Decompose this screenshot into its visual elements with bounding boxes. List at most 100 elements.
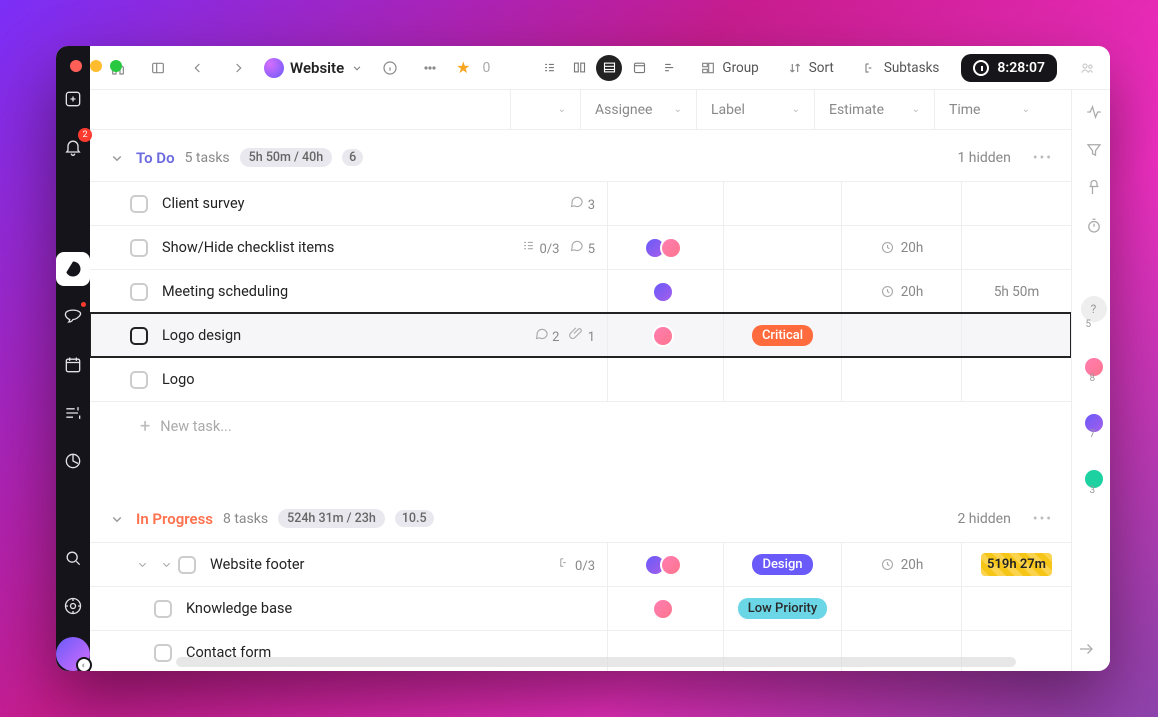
cell-assignee[interactable] xyxy=(607,226,723,269)
timeline-icon[interactable] xyxy=(56,396,90,430)
task-row[interactable]: Meeting scheduling 20h 5h 50m xyxy=(90,269,1071,313)
reports-icon[interactable] xyxy=(56,444,90,478)
window-zoom[interactable] xyxy=(110,60,122,72)
collapse-rail-icon[interactable] xyxy=(1074,637,1098,661)
rail-user-3[interactable]: 3 xyxy=(1083,468,1105,490)
rail-user-1[interactable]: 8 xyxy=(1083,356,1105,378)
window-minimize[interactable] xyxy=(90,60,102,72)
column-time[interactable]: Time⌄ xyxy=(934,90,1044,129)
view-board-icon[interactable] xyxy=(566,55,592,81)
task-label[interactable]: Design xyxy=(752,554,812,575)
cell-assignee[interactable] xyxy=(607,182,723,225)
cell-label[interactable] xyxy=(723,226,841,269)
task-row[interactable]: Logo xyxy=(90,357,1071,401)
task-row[interactable]: Website footer 0/3 Design 20h 519h 27m xyxy=(90,542,1071,586)
stopwatch-icon[interactable] xyxy=(1082,214,1106,238)
cell-estimate[interactable] xyxy=(841,587,961,630)
cell-label[interactable] xyxy=(723,182,841,225)
projects-icon[interactable] xyxy=(56,252,90,286)
cell-estimate[interactable] xyxy=(841,314,961,357)
expand-task-icon[interactable] xyxy=(130,557,154,572)
cell-assignee[interactable] xyxy=(607,314,723,357)
cell-estimate[interactable]: 20h xyxy=(841,226,961,269)
window-close[interactable] xyxy=(70,60,82,72)
panel-toggle-icon[interactable] xyxy=(144,56,172,80)
cell-estimate[interactable]: 20h xyxy=(841,543,961,586)
assignee-avatar[interactable] xyxy=(660,237,682,259)
assignee-avatar[interactable] xyxy=(660,554,682,576)
task-checkbox[interactable] xyxy=(154,600,172,618)
subtasks-button[interactable]: Subtasks xyxy=(856,56,946,80)
column-task-more[interactable]: ⌄ xyxy=(510,90,580,129)
people-icon[interactable] xyxy=(1073,56,1101,80)
expand-task-icon[interactable] xyxy=(154,557,178,572)
assignee-avatar[interactable] xyxy=(652,281,674,303)
new-item-icon[interactable] xyxy=(56,82,90,116)
horizontal-scrollbar[interactable] xyxy=(176,657,1016,667)
section-collapse-icon[interactable] xyxy=(108,510,126,528)
nav-back-icon[interactable] xyxy=(184,56,212,80)
cell-estimate[interactable]: 20h xyxy=(841,270,961,313)
info-icon[interactable] xyxy=(376,56,404,80)
project-selector[interactable]: Website xyxy=(264,58,364,78)
task-checkbox[interactable] xyxy=(178,556,196,574)
cell-time[interactable] xyxy=(961,358,1071,401)
pin-icon[interactable] xyxy=(1082,176,1106,200)
task-checkbox[interactable] xyxy=(130,195,148,213)
filter-icon[interactable] xyxy=(1082,138,1106,162)
cell-time[interactable]: 519h 27m xyxy=(961,543,1071,586)
cell-time[interactable] xyxy=(961,182,1071,225)
cell-label[interactable] xyxy=(723,358,841,401)
view-list-icon[interactable] xyxy=(536,55,562,81)
cell-label[interactable]: Critical xyxy=(723,314,841,357)
assignee-avatar[interactable] xyxy=(652,598,674,620)
help-icon[interactable] xyxy=(56,589,90,623)
column-assignee[interactable]: Assignee⌄ xyxy=(580,90,696,129)
cell-time[interactable]: 5h 50m xyxy=(961,270,1071,313)
notifications-icon[interactable]: 2 xyxy=(56,130,90,164)
search-icon[interactable] xyxy=(56,541,90,575)
section-hidden-count[interactable]: 1 hidden xyxy=(957,150,1010,166)
section-more-icon[interactable]: ••• xyxy=(1033,150,1053,166)
new-task-button[interactable]: +New task... xyxy=(90,401,1071,451)
cell-label[interactable] xyxy=(723,270,841,313)
column-label[interactable]: Label⌄ xyxy=(696,90,814,129)
task-row[interactable]: Logo design 2 1 Critical xyxy=(90,313,1071,357)
unknown-user[interactable]: ? 5 xyxy=(1081,296,1107,322)
column-estimate[interactable]: Estimate⌄ xyxy=(814,90,934,129)
cell-assignee[interactable] xyxy=(607,587,723,630)
section-collapse-icon[interactable] xyxy=(108,149,126,167)
view-gantt-icon[interactable] xyxy=(656,55,682,81)
sort-button[interactable]: Sort xyxy=(781,56,840,80)
activity-icon[interactable] xyxy=(1082,100,1106,124)
cell-time[interactable] xyxy=(961,226,1071,269)
task-row[interactable]: Knowledge base Low Priority xyxy=(90,586,1071,630)
view-table-icon[interactable] xyxy=(596,55,622,81)
more-icon[interactable] xyxy=(416,56,444,80)
task-row[interactable]: Show/Hide checklist items 0/3 5 20h xyxy=(90,225,1071,269)
cell-assignee[interactable] xyxy=(607,270,723,313)
cell-time[interactable] xyxy=(961,314,1071,357)
task-checkbox[interactable] xyxy=(130,371,148,389)
timer[interactable]: 8:28:07 xyxy=(961,54,1057,82)
cell-estimate[interactable] xyxy=(841,182,961,225)
assignee-avatar[interactable] xyxy=(652,325,674,347)
messages-icon[interactable] xyxy=(56,300,90,334)
task-row[interactable]: Client survey 3 xyxy=(90,181,1071,225)
cell-time[interactable] xyxy=(961,587,1071,630)
cell-assignee[interactable] xyxy=(607,543,723,586)
cell-label[interactable]: Design xyxy=(723,543,841,586)
view-calendar-icon[interactable] xyxy=(626,55,652,81)
nav-forward-icon[interactable] xyxy=(224,56,252,80)
star-icon[interactable]: ★ xyxy=(456,58,470,77)
task-checkbox[interactable] xyxy=(130,239,148,257)
task-label[interactable]: Low Priority xyxy=(738,598,827,619)
calendar-icon[interactable] xyxy=(56,348,90,382)
task-checkbox[interactable] xyxy=(154,644,172,662)
cell-estimate[interactable] xyxy=(841,358,961,401)
section-hidden-count[interactable]: 2 hidden xyxy=(957,511,1010,527)
task-checkbox[interactable] xyxy=(130,283,148,301)
cell-assignee[interactable] xyxy=(607,358,723,401)
current-user-avatar[interactable]: ◐ xyxy=(56,637,90,671)
group-button[interactable]: Group xyxy=(694,56,764,80)
